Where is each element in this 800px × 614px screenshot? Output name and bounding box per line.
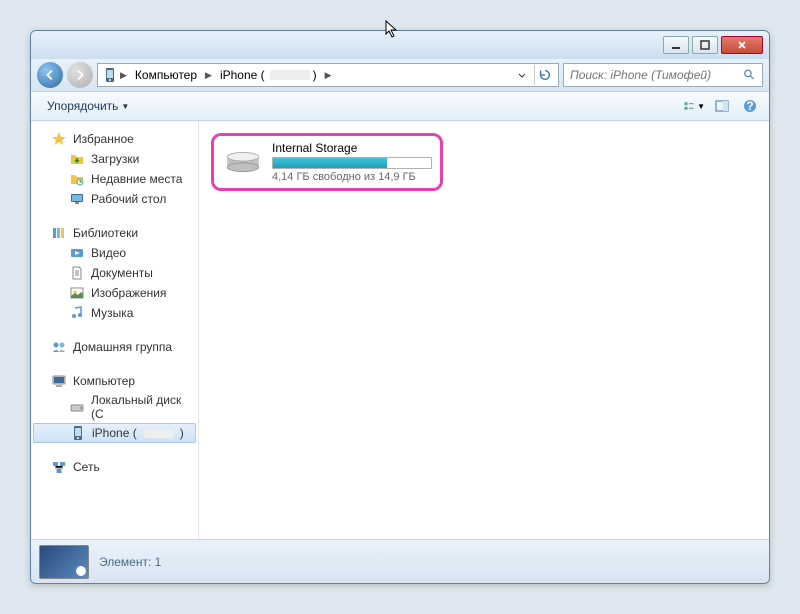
svg-text:?: ? xyxy=(746,99,753,113)
recent-icon xyxy=(69,171,85,187)
sidebar-item-documents[interactable]: Документы xyxy=(31,263,198,283)
video-icon xyxy=(69,245,85,261)
drive-name: Internal Storage xyxy=(272,141,432,155)
libraries-header[interactable]: Библиотеки xyxy=(31,223,198,243)
explorer-window: ▶ Компьютер ▶ iPhone () ▶ Упорядочить ▼ … xyxy=(30,30,770,584)
star-icon xyxy=(51,131,67,147)
content-pane[interactable]: Internal Storage 4,14 ГБ свободно из 14,… xyxy=(199,121,769,539)
maximize-button[interactable] xyxy=(692,36,718,54)
search-box[interactable] xyxy=(563,63,763,87)
minimize-button[interactable] xyxy=(663,36,689,54)
sidebar-item-iphone[interactable]: iPhone () xyxy=(33,423,196,443)
music-icon xyxy=(69,305,85,321)
nav-row: ▶ Компьютер ▶ iPhone () ▶ xyxy=(31,59,769,91)
status-bar: Элемент: 1 xyxy=(31,539,769,583)
refresh-button[interactable] xyxy=(534,65,554,85)
chevron-right-icon: ▶ xyxy=(203,70,214,81)
organize-button[interactable]: Упорядочить ▼ xyxy=(39,95,137,117)
chevron-right-icon: ▶ xyxy=(323,70,334,81)
forward-button[interactable] xyxy=(67,62,93,88)
sidebar-item-music[interactable]: Музыка xyxy=(31,303,198,323)
close-button[interactable] xyxy=(721,36,763,54)
downloads-icon xyxy=(69,151,85,167)
help-button[interactable]: ? xyxy=(739,95,761,117)
computer-header[interactable]: Компьютер xyxy=(31,371,198,391)
back-button[interactable] xyxy=(37,62,63,88)
pictures-icon xyxy=(69,285,85,301)
titlebar xyxy=(31,31,769,59)
capacity-fill xyxy=(273,158,387,168)
search-input[interactable] xyxy=(570,68,743,82)
documents-icon xyxy=(69,265,85,281)
search-icon xyxy=(743,68,756,82)
drive-internal-storage[interactable]: Internal Storage 4,14 ГБ свободно из 14,… xyxy=(211,133,443,191)
capacity-bar xyxy=(272,157,432,169)
desktop-icon xyxy=(69,191,85,207)
network-icon xyxy=(51,459,67,475)
sidebar-item-local-disk[interactable]: Локальный диск (C xyxy=(31,391,198,423)
preview-pane-button[interactable] xyxy=(711,95,733,117)
sidebar-item-desktop[interactable]: Рабочий стол xyxy=(31,189,198,209)
sidebar-item-recent[interactable]: Недавние места xyxy=(31,169,198,189)
view-options-button[interactable]: ▼ xyxy=(683,95,705,117)
address-bar[interactable]: ▶ Компьютер ▶ iPhone () ▶ xyxy=(97,63,559,87)
drive-icon xyxy=(69,399,85,415)
body: Избранное Загрузки Недавние места Рабочи… xyxy=(31,121,769,539)
command-bar: Упорядочить ▼ ▼ ? xyxy=(31,91,769,121)
drive-subtext: 4,14 ГБ свободно из 14,9 ГБ xyxy=(272,171,432,183)
phone-icon xyxy=(102,67,118,83)
sidebar-item-downloads[interactable]: Загрузки xyxy=(31,149,198,169)
phone-icon xyxy=(70,425,86,441)
homegroup-header[interactable]: Домашняя группа xyxy=(31,337,198,357)
drive-info: Internal Storage 4,14 ГБ свободно из 14,… xyxy=(272,141,432,183)
libraries-icon xyxy=(51,225,67,241)
homegroup-icon xyxy=(51,339,67,355)
favorites-header[interactable]: Избранное xyxy=(31,129,198,149)
sidebar-item-pictures[interactable]: Изображения xyxy=(31,283,198,303)
breadcrumb-iphone[interactable]: iPhone () xyxy=(214,66,323,84)
address-dropdown-button[interactable] xyxy=(512,65,532,85)
computer-icon xyxy=(51,373,67,389)
network-header[interactable]: Сеть xyxy=(31,457,198,477)
status-thumbnail xyxy=(39,545,89,579)
breadcrumb-computer[interactable]: Компьютер xyxy=(129,66,203,84)
status-text: Элемент: 1 xyxy=(99,555,161,569)
navigation-pane: Избранное Загрузки Недавние места Рабочи… xyxy=(31,121,199,539)
chevron-right-icon: ▶ xyxy=(118,70,129,81)
sidebar-item-videos[interactable]: Видео xyxy=(31,243,198,263)
storage-drive-icon xyxy=(222,141,264,183)
